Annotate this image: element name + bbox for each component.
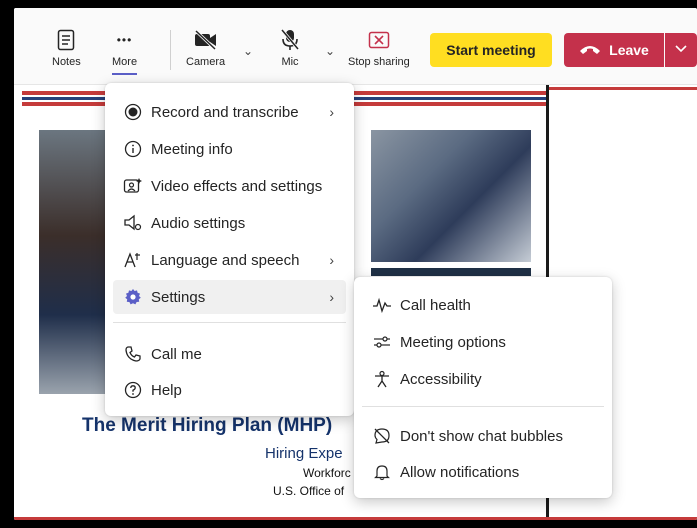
mic-button[interactable]: Mic xyxy=(279,28,301,68)
chevron-down-icon xyxy=(674,41,688,59)
chat-off-icon xyxy=(372,426,392,446)
slide-line: U.S. Office of xyxy=(273,484,345,498)
camera-off-icon xyxy=(193,28,219,52)
chevron-right-icon: › xyxy=(329,252,334,268)
menu-divider xyxy=(362,406,604,407)
stop-sharing-icon xyxy=(368,28,390,52)
notes-button[interactable]: Notes xyxy=(52,28,81,68)
info-icon xyxy=(123,139,143,159)
language-icon xyxy=(123,250,143,270)
teams-meeting-window: Notes ••• More Camera ⌄ Mic ⌄ Stop shari… xyxy=(14,8,697,520)
menu-item-meeting-options[interactable]: Meeting options xyxy=(362,325,604,359)
menu-item-help[interactable]: Help xyxy=(113,373,346,407)
menu-item-meeting-info[interactable]: Meeting info xyxy=(113,132,346,166)
chevron-right-icon: › xyxy=(329,104,334,120)
notes-label: Notes xyxy=(52,56,81,68)
more-menu: Record and transcribe › Meeting info Vid… xyxy=(105,83,354,416)
sliders-icon xyxy=(372,332,392,352)
video-effects-icon xyxy=(123,176,143,196)
meeting-toolbar: Notes ••• More Camera ⌄ Mic ⌄ Stop shari… xyxy=(14,8,697,85)
stage-bottom-bar xyxy=(14,517,697,520)
more-dots-icon: ••• xyxy=(116,33,133,47)
menu-item-call-me[interactable]: Call me xyxy=(113,337,346,371)
bell-icon xyxy=(372,462,392,482)
audio-settings-icon xyxy=(123,213,143,233)
record-icon xyxy=(123,102,143,122)
mic-options-chevron-icon[interactable]: ⌄ xyxy=(325,44,335,58)
phone-icon xyxy=(123,344,143,364)
slide-subtitle: Hiring Expe xyxy=(265,445,343,462)
pulse-icon xyxy=(372,295,392,315)
slide-photo-woman xyxy=(39,130,109,394)
panel-stripe xyxy=(549,87,697,90)
camera-label: Camera xyxy=(186,56,226,68)
menu-item-accessibility[interactable]: Accessibility xyxy=(362,362,604,396)
menu-item-language-and-speech[interactable]: Language and speech › xyxy=(113,243,346,277)
stop-sharing-label: Stop sharing xyxy=(348,56,410,68)
menu-item-video-effects[interactable]: Video effects and settings xyxy=(113,169,346,203)
accessibility-icon xyxy=(372,369,392,389)
slide-title: The Merit Hiring Plan (MHP) xyxy=(82,415,333,436)
start-meeting-button[interactable]: Start meeting xyxy=(430,33,552,67)
more-label: More xyxy=(112,56,138,68)
mic-label: Mic xyxy=(281,56,299,68)
menu-item-allow-notifications[interactable]: Allow notifications xyxy=(362,455,604,489)
chevron-right-icon: › xyxy=(329,289,334,305)
menu-item-record-and-transcribe[interactable]: Record and transcribe › xyxy=(113,95,346,129)
notes-icon xyxy=(57,28,75,52)
mic-off-icon xyxy=(279,28,301,52)
menu-divider xyxy=(113,322,346,323)
stop-sharing-button[interactable]: Stop sharing xyxy=(348,28,410,68)
menu-item-audio-settings[interactable]: Audio settings xyxy=(113,206,346,240)
settings-submenu: Call health Meeting options Accessibilit… xyxy=(354,277,612,498)
leave-options-button[interactable] xyxy=(665,33,697,67)
slide-photo-strip xyxy=(371,268,531,276)
gear-icon xyxy=(123,287,143,307)
slide-line: Workforc xyxy=(303,466,351,480)
menu-item-dont-show-chat-bubbles[interactable]: Don't show chat bubbles xyxy=(362,419,604,453)
leave-button[interactable]: Leave xyxy=(564,33,664,67)
camera-button[interactable]: Camera xyxy=(186,28,225,68)
hang-up-icon xyxy=(579,42,601,58)
camera-options-chevron-icon[interactable]: ⌄ xyxy=(243,44,253,58)
menu-item-call-health[interactable]: Call health xyxy=(362,288,604,322)
slide-photo-audience xyxy=(371,130,531,262)
help-icon xyxy=(123,380,143,400)
toolbar-divider xyxy=(170,30,171,70)
menu-item-settings[interactable]: Settings › xyxy=(113,280,346,314)
more-button[interactable]: ••• More xyxy=(112,28,138,75)
